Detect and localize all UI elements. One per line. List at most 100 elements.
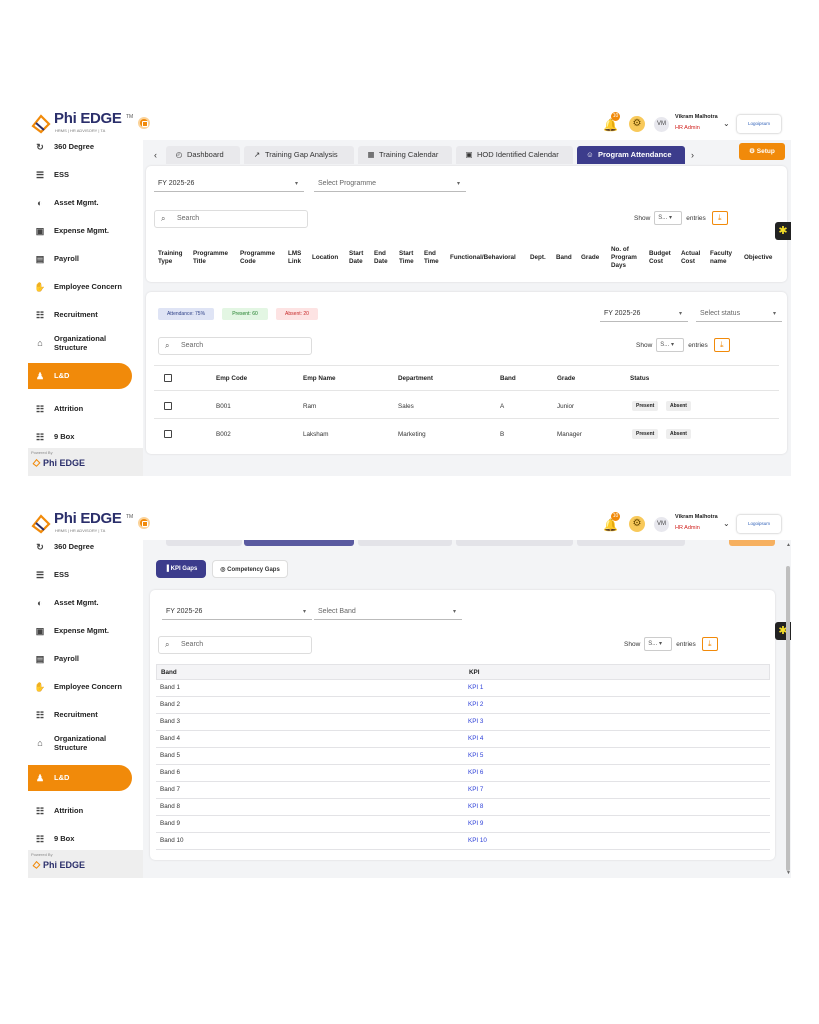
absent-button[interactable]: Absent [666, 401, 691, 411]
col-programme-code[interactable]: Programme Code [240, 250, 280, 266]
col-department[interactable]: Department [398, 375, 433, 383]
col-program-days[interactable]: No. of Program Days [611, 246, 643, 270]
gear-icon[interactable]: ⚙ [629, 516, 645, 532]
col-functional-behavioral[interactable]: Functional/Behavioral [450, 254, 526, 262]
brand-logo[interactable]: Phi EDGE TM HRMS | HR ADVISORY | TA [30, 510, 133, 536]
sidebar-item-360-degree[interactable]: ↻ 360 Degree [28, 134, 132, 160]
sidebar-item-employee-concern[interactable]: ✋ Employee Concern [28, 274, 132, 300]
download-icon[interactable]: ⤓ [711, 211, 728, 226]
sidebar-item-ess[interactable]: ☰ ESS [28, 162, 132, 188]
programme-select[interactable]: Select Programme ▾ [314, 176, 466, 192]
status-select[interactable]: Select status ▾ [696, 306, 782, 322]
attendance-search-input[interactable]: ⌕ Search [158, 337, 312, 355]
kpi-link[interactable]: KPI 8 [468, 803, 483, 810]
fy-select[interactable]: FY 2025-26 ▾ [154, 176, 304, 192]
attendance-entries-select[interactable]: Show S... ▾ entries ⤓ [636, 337, 730, 355]
kpi-gaps-button[interactable]: ▐ KPI Gaps [156, 560, 206, 578]
sidebar-item-asset-mgmt[interactable]: ◐ Asset Mgmt. [28, 190, 132, 216]
sidebar-item-payroll[interactable]: ▤ Payroll [28, 646, 132, 672]
col-end-time[interactable]: End Time [424, 250, 444, 266]
sidebar-item-organizational-structure[interactable]: ⌂ Organizational Structure [28, 730, 132, 756]
sidebar-item-9-box[interactable]: ☷ 9 Box [28, 424, 132, 450]
kpi-link[interactable]: KPI 1 [468, 684, 483, 691]
col-status[interactable]: Status [630, 375, 649, 383]
setup-button[interactable]: ⚙ Setup [739, 143, 785, 160]
col-kpi[interactable]: KPI [469, 669, 480, 677]
tab-program-attendance[interactable]: ☺ Program Attendance [577, 146, 685, 164]
chevron-right-icon[interactable]: › [691, 150, 694, 160]
competency-gaps-button[interactable]: ◎ Competency Gaps [212, 560, 288, 578]
sidebar-item-recruitment[interactable]: ☷ Recruitment [28, 702, 132, 728]
sidebar-item-asset-mgmt[interactable]: ◐ Asset Mgmt. [28, 590, 132, 616]
col-start-date[interactable]: Start Date [349, 250, 369, 266]
absent-button[interactable]: Absent [666, 429, 691, 439]
sidebar-item-recruitment[interactable]: ☷ Recruitment [28, 302, 132, 328]
chevron-down-icon[interactable]: ⌄ [723, 119, 730, 128]
col-lms-link[interactable]: LMS Link [288, 250, 308, 266]
kpi-link[interactable]: KPI 7 [468, 786, 483, 793]
kpi-entries-select[interactable]: Show S... ▾ entries ⤓ [624, 636, 718, 654]
band-select[interactable]: Select Band ▾ [314, 604, 462, 620]
sidebar-item-expense-mgmt[interactable]: ▣ Expense Mgmt. [28, 218, 132, 244]
col-att-grade[interactable]: Grade [557, 375, 575, 383]
kpi-link[interactable]: KPI 3 [468, 718, 483, 725]
row-checkbox[interactable] [164, 402, 172, 410]
widget-toggle-icon[interactable]: ✱ [775, 222, 791, 240]
sidebar-item-organizational-structure[interactable]: ⌂ Organizational Structure [28, 330, 132, 356]
col-actual-cost[interactable]: Actual Cost [681, 250, 705, 266]
col-att-band[interactable]: Band [500, 375, 516, 383]
sidebar-item-payroll[interactable]: ▤ Payroll [28, 246, 132, 272]
chevron-down-icon[interactable]: ⌄ [723, 519, 730, 528]
entries-select[interactable]: Show S... ▾ entries ⤓ [634, 210, 728, 228]
tab-dashboard[interactable]: ◴ Dashboard [166, 146, 240, 164]
gear-icon[interactable]: ⚙ [629, 116, 645, 132]
attendance-fy-select[interactable]: FY 2025-26 ▾ [600, 306, 688, 322]
col-grade[interactable]: Grade [581, 254, 605, 262]
present-button[interactable]: Present [632, 429, 659, 439]
col-emp-code[interactable]: Emp Code [216, 375, 247, 383]
col-kpi-band[interactable]: Band [161, 669, 177, 677]
col-training-type[interactable]: Training Type [158, 250, 188, 266]
col-end-date[interactable]: End Date [374, 250, 394, 266]
sidebar-item-attrition[interactable]: ☷ Attrition [28, 396, 132, 422]
col-objective[interactable]: Objective [744, 254, 782, 262]
col-emp-name[interactable]: Emp Name [303, 375, 336, 383]
sidebar-item-expense-mgmt[interactable]: ▣ Expense Mgmt. [28, 618, 132, 644]
sidebar-item-9-box[interactable]: ☷ 9 Box [28, 826, 132, 852]
chevron-left-icon[interactable]: ‹ [154, 150, 157, 160]
kpi-link[interactable]: KPI 4 [468, 735, 483, 742]
scroll-up-icon[interactable]: ▲ [786, 542, 791, 548]
col-programme-title[interactable]: Programme Title [193, 250, 233, 266]
sidebar-item-ld[interactable]: ♟ L&D [28, 765, 132, 791]
present-button[interactable]: Present [632, 401, 659, 411]
fy-select[interactable]: FY 2025-26 ▾ [162, 604, 312, 620]
sidebar-item-attrition[interactable]: ☷ Attrition [28, 798, 132, 824]
kpi-link[interactable]: KPI 5 [468, 752, 483, 759]
sidebar-item-ld[interactable]: ♟ L&D [28, 363, 132, 389]
kpi-link[interactable]: KPI 6 [468, 769, 483, 776]
col-band[interactable]: Band [556, 254, 576, 262]
scroll-down-icon[interactable]: ▼ [786, 870, 791, 876]
col-start-time[interactable]: Start Time [399, 250, 419, 266]
col-location[interactable]: Location [312, 254, 346, 262]
brand-logo[interactable]: Phi EDGE TM HRMS | HR ADVISORY | TA [30, 110, 133, 136]
sidebar-item-360-degree[interactable]: ↻ 360 Degree [28, 534, 132, 560]
row-checkbox[interactable] [164, 430, 172, 438]
download-icon[interactable]: ⤓ [713, 338, 730, 353]
kpi-link[interactable]: KPI 2 [468, 701, 483, 708]
kpi-link[interactable]: KPI 9 [468, 820, 483, 827]
sidebar-toggle-button[interactable] [138, 117, 150, 129]
avatar[interactable]: VM [654, 517, 669, 532]
avatar[interactable]: VM [654, 117, 669, 132]
kpi-search-input[interactable]: ⌕ Search [158, 636, 312, 654]
tab-hod-identified-calendar[interactable]: ▣ HOD Identified Calendar [456, 146, 573, 164]
col-faculty-name[interactable]: Faculty name [710, 250, 738, 266]
tab-training-calendar[interactable]: ▦ Training Calendar [358, 146, 452, 164]
col-budget-cost[interactable]: Budget Cost [649, 250, 675, 266]
download-icon[interactable]: ⤓ [701, 637, 718, 652]
kpi-link[interactable]: KPI 10 [468, 837, 487, 844]
sidebar-item-ess[interactable]: ☰ ESS [28, 562, 132, 588]
select-all-checkbox[interactable] [164, 374, 172, 382]
programme-search-input[interactable]: ⌕ Search [154, 210, 308, 228]
col-dept[interactable]: Dept. [530, 254, 550, 262]
